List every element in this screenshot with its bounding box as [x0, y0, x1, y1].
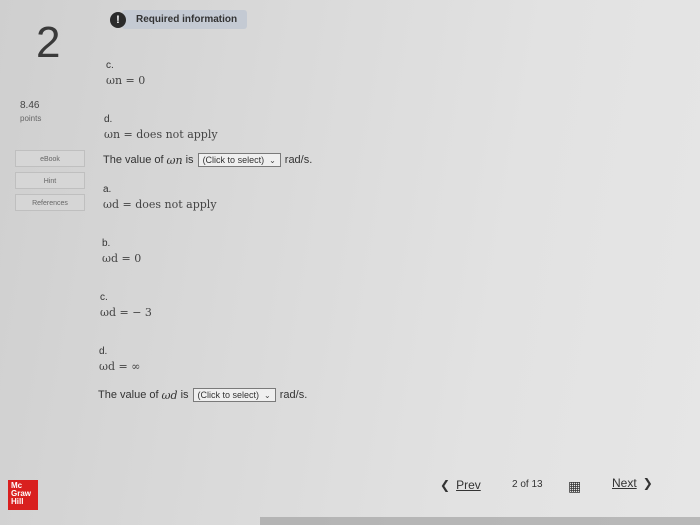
grid-icon[interactable]: ▦ [568, 478, 581, 495]
mcgraw-hill-logo: Mc Graw Hill [8, 480, 38, 510]
wn-option-d: d. ωn = does not apply [104, 114, 218, 141]
unit-label: rad/s. [279, 389, 308, 401]
points-label: points [20, 114, 42, 123]
select-value: (Click to select) [202, 155, 265, 165]
wd-select-dropdown[interactable]: (Click to select) ⌄ [192, 388, 276, 402]
wn-option-c: c. ωn = 0 [106, 60, 145, 87]
wd-option-a: a. ωd = does not apply [103, 184, 217, 211]
option-letter: b. [102, 238, 111, 249]
wn-select-dropdown[interactable]: (Click to select) ⌄ [197, 153, 281, 167]
next-button[interactable]: Next ❯ [612, 476, 653, 490]
chevron-down-icon: ⌄ [269, 155, 276, 165]
chevron-down-icon: ⌄ [264, 390, 271, 400]
option-letter: c. [106, 60, 114, 71]
chevron-right-icon: ❯ [642, 476, 653, 490]
wn-answer-sentence: The value of ωn is (Click to select) ⌄ r… [103, 153, 312, 167]
chevron-left-icon: ❮ [440, 478, 451, 492]
references-button[interactable]: References [15, 194, 85, 211]
option-letter: a. [103, 184, 112, 195]
ebook-button[interactable]: eBook [15, 150, 85, 167]
alert-icon: ! [110, 11, 126, 28]
wd-option-c: c. ωd = − 3 [100, 292, 152, 319]
wd-answer-sentence: The value of ωd is (Click to select) ⌄ r… [98, 388, 307, 402]
taskbar-strip [260, 517, 700, 525]
points-block: 8.46 points [20, 100, 41, 123]
sentence-prefix: The value of [98, 389, 159, 401]
omega-d-symbol: ωd [161, 388, 178, 402]
option-expression: ωn = 0 [106, 74, 146, 87]
question-number: 2 [36, 18, 61, 67]
prev-label: Prev [456, 478, 481, 492]
required-info-label: Required information [122, 10, 248, 29]
option-letter: d. [99, 346, 108, 357]
option-expression: ωd = ∞ [99, 360, 141, 373]
omega-n-symbol: ωn [166, 153, 183, 167]
prev-button[interactable]: ❮ Prev [440, 478, 481, 492]
unit-label: rad/s. [284, 154, 313, 166]
sentence-prefix: The value of [103, 154, 164, 166]
wd-option-b: b. ωd = 0 [102, 238, 141, 265]
option-expression: ωd = 0 [102, 252, 142, 265]
points-value: 8.46 [20, 100, 40, 111]
select-value: (Click to select) [197, 390, 260, 400]
option-expression: ωd = − 3 [100, 306, 152, 319]
hint-button[interactable]: Hint [15, 172, 85, 189]
wd-option-d: d. ωd = ∞ [99, 346, 140, 373]
required-info-banner: ! Required information [110, 10, 248, 29]
option-letter: c. [100, 292, 108, 303]
next-label: Next [612, 476, 637, 490]
sentence-is: is [185, 154, 194, 166]
option-expression: ωn = does not apply [104, 128, 218, 141]
option-letter: d. [104, 114, 113, 125]
option-expression: ωd = does not apply [103, 198, 217, 211]
page-indicator: 2 of 13 [512, 479, 543, 490]
sentence-is: is [180, 389, 189, 401]
